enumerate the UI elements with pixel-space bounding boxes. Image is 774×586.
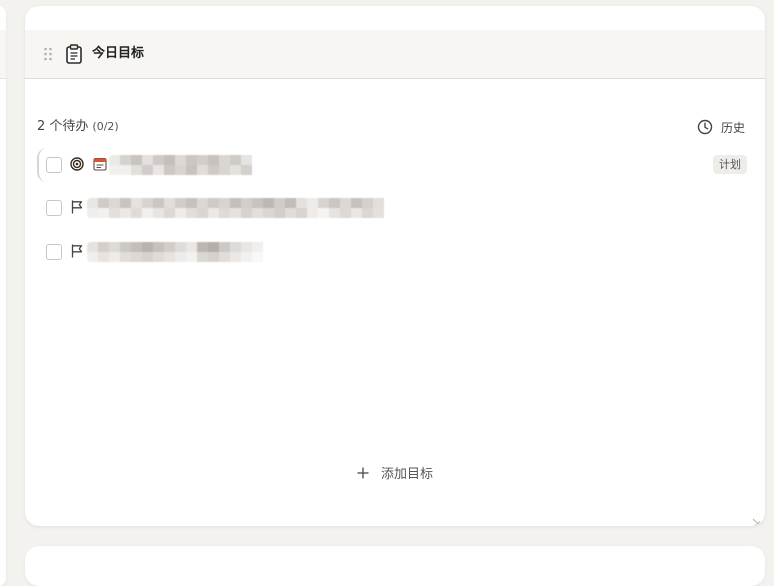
flag-icon bbox=[70, 244, 84, 258]
task-text-redacted bbox=[87, 198, 394, 218]
target-icon bbox=[70, 157, 84, 171]
task-text-redacted bbox=[87, 242, 270, 262]
calendar-icon bbox=[93, 157, 107, 171]
task-row[interactable] bbox=[37, 235, 747, 269]
task-checkbox[interactable] bbox=[46, 244, 62, 260]
add-goal-label: 添加目标 bbox=[380, 467, 433, 482]
clock-icon bbox=[697, 119, 713, 135]
task-row[interactable]: 计划 bbox=[37, 148, 747, 182]
card-title: 今日目标 bbox=[92, 46, 145, 61]
task-row[interactable] bbox=[37, 191, 747, 225]
next-card bbox=[25, 546, 765, 586]
task-checkbox[interactable] bbox=[46, 200, 62, 216]
task-checkbox[interactable] bbox=[46, 157, 62, 173]
card-header: 今日目标 bbox=[25, 30, 765, 79]
task-text-redacted bbox=[109, 155, 259, 175]
adjacent-card-left bbox=[0, 6, 6, 586]
flag-icon bbox=[70, 200, 84, 214]
clipboard-icon bbox=[65, 44, 83, 64]
adjacent-card-header bbox=[0, 30, 6, 79]
daily-goals-card: 今日目标 2 个待办 (0/2) 历史 计划 添加目标 bbox=[25, 6, 765, 526]
todo-count-label: 2 个待办 bbox=[37, 119, 89, 134]
history-button[interactable]: 历史 bbox=[697, 117, 745, 137]
resize-handle-icon[interactable] bbox=[751, 512, 761, 526]
plan-badge[interactable]: 计划 bbox=[713, 155, 747, 174]
todo-count: 2 个待办 (0/2) bbox=[37, 119, 119, 135]
todo-progress: (0/2) bbox=[92, 120, 119, 133]
drag-handle-icon[interactable] bbox=[43, 47, 53, 61]
history-label: 历史 bbox=[720, 120, 745, 135]
plus-icon bbox=[357, 467, 369, 479]
add-goal-button[interactable]: 添加目标 bbox=[25, 463, 765, 482]
